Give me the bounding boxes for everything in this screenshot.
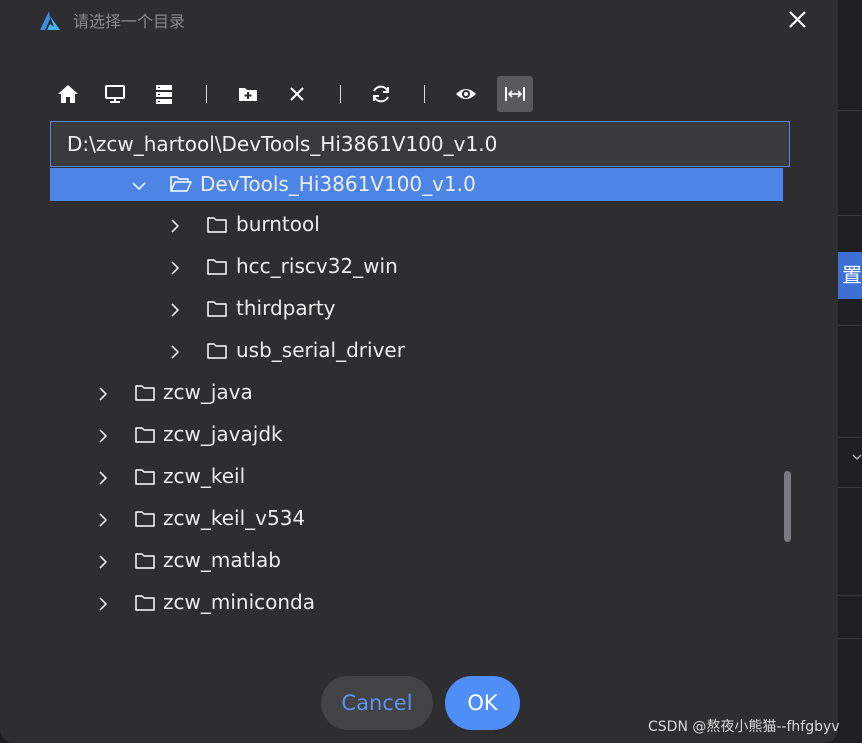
tree-item-label: thirdparty (236, 296, 336, 320)
tree-item-label: burntool (236, 212, 320, 236)
delete-button[interactable] (279, 76, 315, 112)
refresh-button[interactable] (363, 76, 399, 112)
dialog-title: 请选择一个目录 (73, 12, 186, 31)
tree-item[interactable]: zcw_miniconda (50, 586, 783, 619)
background-divider (838, 110, 862, 111)
delete-icon (290, 87, 304, 101)
app-logo-icon (38, 10, 62, 32)
tree-item[interactable]: zcw_java (50, 376, 783, 409)
folder-icon (207, 342, 227, 359)
folder-icon (135, 552, 155, 569)
desktop-icon (105, 85, 125, 103)
home-button[interactable] (50, 76, 86, 112)
folder-icon (135, 426, 155, 443)
tree-item-label: zcw_keil (163, 464, 246, 488)
chevron-right-icon[interactable] (168, 302, 182, 317)
toolbar (50, 76, 790, 112)
tree-item-label: zcw_javajdk (163, 422, 283, 446)
background-divider (838, 595, 862, 596)
fit-width-button[interactable] (497, 76, 533, 112)
tree-item[interactable]: zcw_keil (50, 460, 783, 493)
background-divider (838, 487, 862, 488)
tree-item[interactable]: thirdparty (50, 292, 783, 325)
folder-icon (207, 216, 227, 233)
folder-icon (135, 594, 155, 611)
background-divider (838, 215, 862, 216)
chevron-right-icon[interactable] (96, 596, 110, 611)
tree-item[interactable]: hcc_riscv32_win (50, 250, 783, 283)
cancel-button[interactable]: Cancel (321, 676, 433, 730)
background-button[interactable]: 置 (838, 252, 862, 299)
chevron-right-icon[interactable] (96, 386, 110, 401)
chevron-right-icon[interactable] (96, 512, 110, 527)
folder-icon (207, 258, 227, 275)
tree-item[interactable]: zcw_javajdk (50, 418, 783, 451)
title-bar: 请选择一个目录 (0, 0, 838, 44)
tree-item[interactable]: usb_serial_driver (50, 334, 783, 367)
tree-item[interactable]: burntool (50, 208, 783, 241)
close-button[interactable] (784, 4, 812, 34)
close-icon (789, 11, 806, 28)
eye-icon (456, 89, 476, 99)
background-app-panel (838, 0, 862, 743)
background-divider (838, 437, 862, 438)
new-folder-button[interactable] (230, 76, 266, 112)
background-chevron-icon (852, 452, 862, 466)
folder-icon (207, 300, 227, 317)
chevron-right-icon[interactable] (168, 344, 182, 359)
new-folder-icon (239, 88, 257, 101)
chevron-right-icon[interactable] (96, 554, 110, 569)
tree-item-label: zcw_java (163, 380, 253, 404)
tree-item-label: hcc_riscv32_win (236, 254, 398, 278)
folder-icon (135, 510, 155, 527)
chevron-right-icon[interactable] (96, 428, 110, 443)
chevron-right-icon[interactable] (96, 470, 110, 485)
drives-button[interactable] (146, 76, 182, 112)
tree-scrollbar[interactable] (784, 471, 791, 542)
show-hidden-button[interactable] (448, 76, 484, 112)
drives-icon (156, 85, 172, 104)
desktop-button[interactable] (97, 76, 133, 112)
background-divider (838, 638, 862, 639)
refresh-icon (373, 85, 389, 103)
toolbar-separator (206, 85, 207, 103)
tree-item[interactable]: zcw_matlab (50, 544, 783, 577)
toolbar-separator (424, 85, 425, 103)
chevron-down-icon[interactable] (132, 178, 146, 192)
fit-width-icon (505, 87, 525, 101)
folder-open-icon (170, 175, 192, 192)
folder-icon (135, 384, 155, 401)
folder-icon (135, 468, 155, 485)
chevron-right-icon[interactable] (168, 218, 182, 233)
tree-item-label: zcw_miniconda (163, 590, 315, 614)
chevron-right-icon[interactable] (168, 260, 182, 275)
background-divider (838, 325, 862, 326)
tree-item[interactable]: zcw_keil_v534 (50, 502, 783, 535)
toolbar-separator (340, 85, 341, 103)
tree-item-label: usb_serial_driver (236, 338, 405, 362)
home-icon (58, 85, 78, 103)
path-input[interactable] (50, 121, 790, 167)
ok-button[interactable]: OK (445, 676, 520, 730)
tree-item-label: zcw_matlab (163, 548, 281, 572)
tree-item-label: DevTools_Hi3861V100_v1.0 (200, 172, 476, 196)
folder-tree: DevTools_Hi3861V100_v1.0 burntool hcc_ri… (50, 168, 783, 628)
tree-item-selected[interactable]: DevTools_Hi3861V100_v1.0 (50, 168, 783, 201)
watermark: CSDN @熬夜小熊猫--fhfgbyv (648, 719, 840, 735)
folder-picker-dialog: 请选择一个目录 D:\zcw_hartool\DevTools_Hi3861V1… (0, 0, 838, 743)
tree-item-label: zcw_keil_v534 (163, 506, 306, 530)
